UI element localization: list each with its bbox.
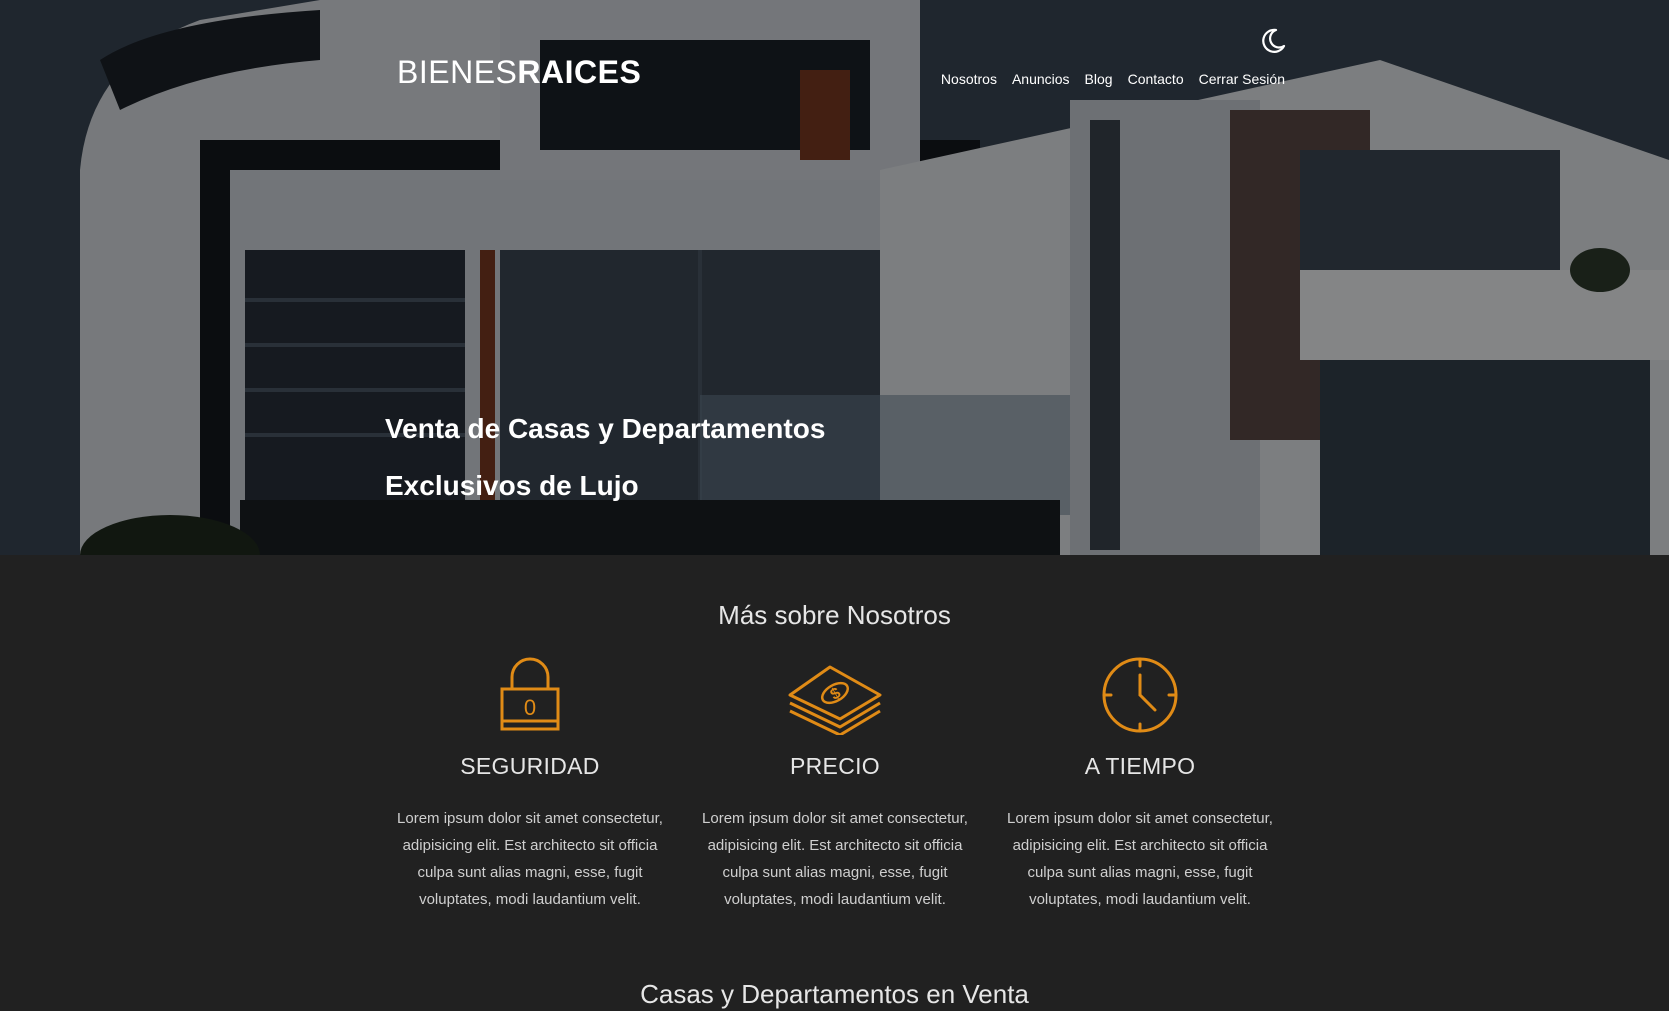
feature-title: A TIEMPO [1084,753,1196,779]
moon-icon[interactable] [1258,26,1288,56]
hero-title: Venta de Casas y Departamentos Exclusivo… [385,413,826,501]
logo-text-bold: RAICES [517,54,642,90]
nav-link-cerrar-sesion[interactable]: Cerrar Sesión [1199,71,1285,87]
nav-link-blog[interactable]: Blog [1085,71,1113,87]
lock-icon: 0 [500,657,560,731]
feature-seguridad: 0 SEGURIDAD Lorem ipsum dolor sit amet c… [385,655,675,913]
feature-title: PRECIO [790,753,880,779]
feature-precio: $ PRECIO Lorem ipsum dolor sit amet cons… [690,655,980,913]
feature-a-tiempo: A TIEMPO Lorem ipsum dolor sit amet cons… [995,655,1285,913]
feature-description: Lorem ipsum dolor sit amet consectetur, … [1007,810,1273,908]
sale-section-title: Casas y Departamentos en Venta [640,979,1029,1009]
feature-description: Lorem ipsum dolor sit amet consectetur, … [397,810,663,908]
money-icon: $ [788,665,882,735]
lock-digit: 0 [524,695,536,720]
feature-title: SEGURIDAD [460,753,600,779]
feature-description: Lorem ipsum dolor sit amet consectetur, … [702,810,968,908]
site-logo[interactable]: BIENESRAICES [397,54,641,91]
features-list: 0 SEGURIDAD Lorem ipsum dolor sit amet c… [385,655,1285,913]
hero-header: BIENESRAICES Nosotros Anuncios Blog Cont… [0,0,1669,555]
main-navigation: Nosotros Anuncios Blog Contacto Cerrar S… [941,71,1285,87]
nav-link-nosotros[interactable]: Nosotros [941,71,997,87]
clock-icon [1102,657,1178,733]
nav-link-contacto[interactable]: Contacto [1128,71,1184,87]
about-section-title: Más sobre Nosotros [718,600,951,630]
about-section: Más sobre Nosotros 0 SEGURIDAD Lorem ips… [0,555,1669,1011]
logo-text-light: BIENES [397,54,518,90]
svg-text:$: $ [828,685,844,704]
nav-link-anuncios[interactable]: Anuncios [1012,71,1070,87]
